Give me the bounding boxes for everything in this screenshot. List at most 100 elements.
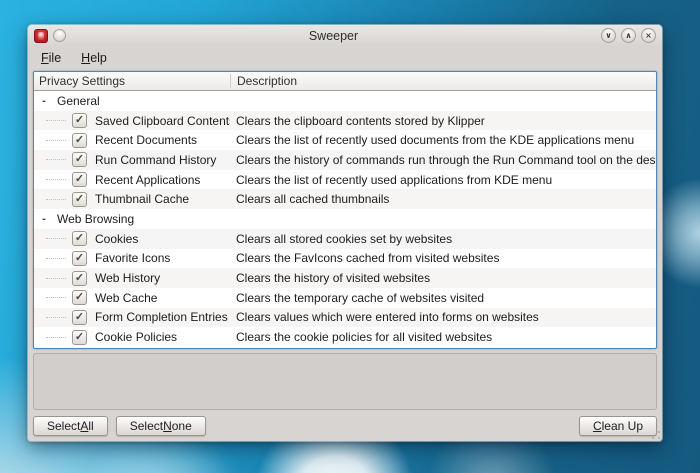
checkmark-icon: ✓ (75, 253, 84, 264)
chevron-up-icon: ∧ (625, 32, 632, 40)
item-label: Form Completion Entries (95, 310, 228, 324)
tree-branch-line (46, 159, 66, 160)
tree-group-row[interactable]: -General (34, 91, 656, 111)
name-cell: ✓ Web History (34, 271, 230, 286)
tree-group-row[interactable]: -Web Browsing (34, 209, 656, 229)
item-description: Clears all stored cookies set by website… (230, 232, 656, 246)
menu-help[interactable]: Help (78, 49, 110, 67)
item-description: Clears all cached thumbnails (230, 192, 656, 206)
menu-bar: File Help (28, 46, 662, 70)
tree-branch-line (46, 278, 66, 279)
item-label: Thumbnail Cache (95, 192, 189, 206)
select-none-button[interactable]: Select None (116, 416, 206, 436)
item-checkbox[interactable]: ✓ (72, 271, 87, 286)
group-label: General (57, 94, 100, 108)
titlebar[interactable]: Sweeper ∨ ∧ × (28, 25, 662, 46)
item-description: Clears the FavIcons cached from visited … (230, 251, 656, 265)
item-label: Recent Applications (95, 173, 200, 187)
select-all-button[interactable]: Select All (33, 416, 108, 436)
name-cell: ✓ Saved Clipboard Contents (34, 113, 230, 128)
tree-rows: -General✓Saved Clipboard ContentsClears … (34, 91, 656, 347)
tree-branch-line (46, 140, 66, 141)
tree-branch-line (46, 258, 66, 259)
item-checkbox[interactable]: ✓ (72, 133, 87, 148)
name-cell: ✓ Thumbnail Cache (34, 192, 230, 207)
sweeper-window: Sweeper ∨ ∧ × FileHelp Privacy Settings … (28, 25, 662, 441)
tree-item-row[interactable]: ✓ Cookies Clears all stored cookies set by… (34, 229, 656, 249)
checkmark-icon: ✓ (75, 312, 84, 323)
item-checkbox[interactable]: ✓ (72, 231, 87, 246)
item-description: Clears the history of commands run throu… (230, 153, 656, 167)
tree-item-row[interactable]: ✓ Favorite Icons Clears the FavIcons cache… (34, 249, 656, 269)
tree-branch-line (46, 317, 66, 318)
item-checkbox[interactable]: ✓ (72, 192, 87, 207)
checkmark-icon: ✓ (75, 292, 84, 303)
item-checkbox[interactable]: ✓ (72, 290, 87, 305)
name-cell: ✓ Run Command History (34, 152, 230, 167)
name-cell: ✓ Cookies (34, 231, 230, 246)
chevron-down-icon: ∨ (605, 32, 612, 40)
item-checkbox[interactable]: ✓ (72, 251, 87, 266)
resize-grip[interactable] (652, 431, 660, 439)
item-description: Clears the history of visited websites (230, 271, 656, 285)
titlebar-menu-button[interactable] (53, 29, 66, 42)
desktop-wallpaper: Sweeper ∨ ∧ × FileHelp Privacy Settings … (0, 0, 700, 473)
item-label: Cookies (95, 232, 138, 246)
item-label: Run Command History (95, 153, 216, 167)
close-button[interactable]: × (641, 28, 656, 43)
item-description: Clears the cookie policies for all visit… (230, 330, 656, 344)
checkmark-icon: ✓ (75, 233, 84, 244)
name-cell: ✓ Recent Documents (34, 133, 230, 148)
tree-branch-line (46, 179, 66, 180)
checkmark-icon: ✓ (75, 115, 84, 126)
tree-item-row[interactable]: ✓ Web History Clears the history of visite… (34, 268, 656, 288)
item-checkbox[interactable]: ✓ (72, 152, 87, 167)
sweeper-app-icon (34, 29, 48, 43)
tree-item-row[interactable]: ✓ Cookie Policies Clears the cookie polici… (34, 327, 656, 347)
column-header-description[interactable]: Description (230, 74, 656, 88)
tree-branch-line (46, 337, 66, 338)
group-label: Web Browsing (57, 212, 134, 226)
checkmark-icon: ✓ (75, 135, 84, 146)
minimize-button[interactable]: ∨ (601, 28, 616, 43)
name-cell: ✓ Cookie Policies (34, 330, 230, 345)
cleanup-output-area (33, 353, 657, 410)
tree-item-row[interactable]: ✓ Thumbnail Cache Clears all cached thumbn… (34, 189, 656, 209)
tree-item-row[interactable]: ✓ Form Completion EntriesClears values wh… (34, 308, 656, 328)
item-checkbox[interactable]: ✓ (72, 310, 87, 325)
item-label: Saved Clipboard Contents (95, 114, 230, 128)
item-label: Cookie Policies (95, 330, 177, 344)
close-icon: × (645, 32, 652, 40)
item-description: Clears values which were entered into fo… (230, 310, 656, 324)
name-cell: ✓Web Cache (34, 290, 230, 305)
tree-item-row[interactable]: ✓ Saved Clipboard ContentsClears the clip… (34, 111, 656, 131)
maximize-button[interactable]: ∧ (621, 28, 636, 43)
checkmark-icon: ✓ (75, 194, 84, 205)
collapse-expander-icon[interactable]: - (39, 96, 49, 106)
checkmark-icon: ✓ (75, 332, 84, 343)
tree-item-row[interactable]: ✓ Run Command History Clears the history o… (34, 150, 656, 170)
item-checkbox[interactable]: ✓ (72, 113, 87, 128)
tree-branch-line (46, 297, 66, 298)
name-cell: -General (34, 94, 230, 108)
tree-item-row[interactable]: ✓ Recent Documents Clears the list of rece… (34, 130, 656, 150)
clean-up-button[interactable]: Clean Up (579, 416, 657, 436)
window-title: Sweeper (71, 29, 596, 43)
item-checkbox[interactable]: ✓ (72, 172, 87, 187)
column-header-privacy-settings[interactable]: Privacy Settings (34, 74, 230, 88)
name-cell: ✓ Form Completion Entries (34, 310, 230, 325)
collapse-expander-icon[interactable]: - (39, 214, 49, 224)
item-label: Recent Documents (95, 133, 197, 147)
item-description: Clears the list of recently used applica… (230, 173, 656, 187)
tree-item-row[interactable]: ✓ Recent Applications Clears the list of r… (34, 170, 656, 190)
item-description: Clears the temporary cache of websites v… (230, 291, 656, 305)
item-description: Clears the clipboard contents stored by … (230, 114, 656, 128)
item-checkbox[interactable]: ✓ (72, 330, 87, 345)
privacy-settings-tree: Privacy Settings Description -General✓Sa… (33, 71, 657, 349)
item-label: Favorite Icons (95, 251, 170, 265)
item-description: Clears the list of recently used documen… (230, 133, 656, 147)
tree-item-row[interactable]: ✓Web CacheClears the temporary cache of … (34, 288, 656, 308)
menu-file[interactable]: File (38, 49, 64, 67)
item-label: Web History (95, 271, 160, 285)
tree-branch-line (46, 199, 66, 200)
